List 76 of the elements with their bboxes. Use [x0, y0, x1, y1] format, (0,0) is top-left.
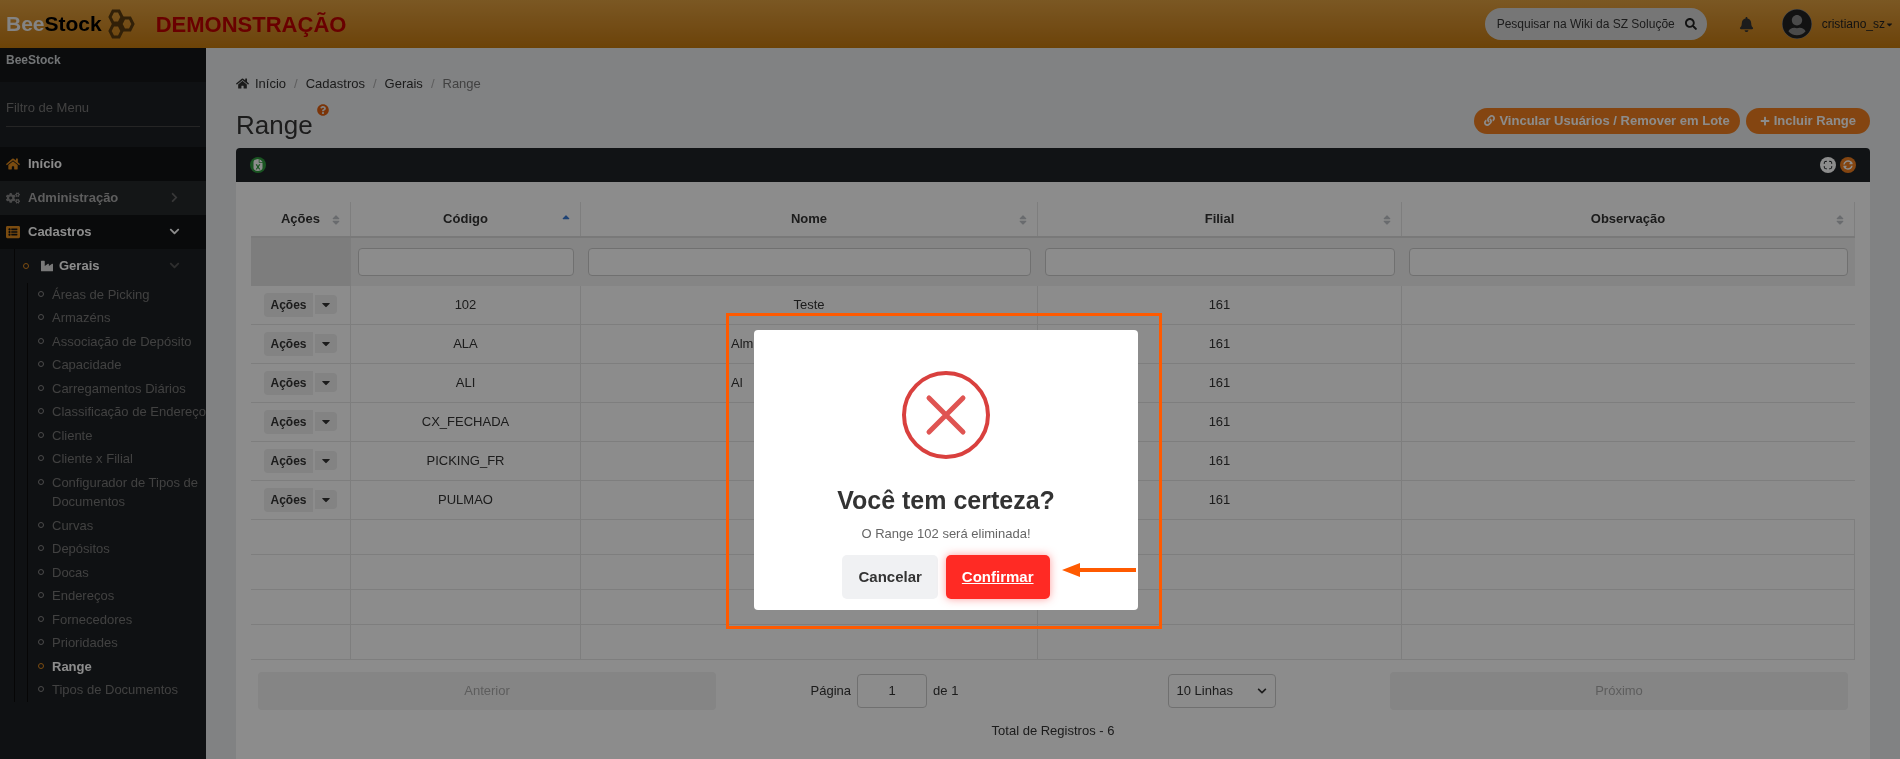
excel-export-icon[interactable] [250, 156, 266, 173]
add-range-button[interactable]: Incluir Range [1745, 107, 1870, 134]
column-filter-field[interactable] [358, 247, 574, 276]
table-cell-text: 161 [1208, 412, 1231, 431]
list-icon [6, 224, 20, 239]
table-cell-text: 102 [454, 295, 477, 314]
home-icon [236, 77, 249, 91]
app-name: BeeStock [6, 53, 61, 67]
column-header[interactable]: Observação [1402, 201, 1855, 236]
chevron-right-icon [169, 192, 180, 203]
search-icon[interactable] [1684, 18, 1697, 30]
table-cell-text: PULMAO [438, 490, 493, 509]
column-filter-field[interactable] [588, 247, 1031, 276]
avatar-icon[interactable] [1781, 9, 1812, 39]
breadcrumb-link[interactable]: Cadastros [305, 74, 365, 94]
sort-icon[interactable] [330, 213, 342, 226]
search-field[interactable]: Pesquisar na Wiki da SZ Soluçõe [1484, 8, 1707, 40]
menu-group[interactable]: Gerais [15, 248, 206, 283]
table-cell-text: 161 [1208, 490, 1231, 509]
help-icon[interactable] [316, 103, 329, 116]
dialog-title: Você tem certeza? [837, 485, 1055, 516]
page-size-select[interactable]: 10 Linhas [1167, 673, 1276, 708]
column-header[interactable]: Ações [251, 201, 351, 236]
table-cell-text: 161 [1208, 451, 1231, 470]
breadcrumb-link[interactable]: Início [255, 74, 287, 94]
link-users-button[interactable]: Vincular Usuários / Remover em Lote [1474, 107, 1740, 134]
chevron-down-icon [169, 260, 180, 271]
column-filter-field[interactable] [1409, 247, 1848, 276]
page-label: Página [810, 681, 852, 700]
cancel-button[interactable]: Cancelar [842, 555, 938, 599]
table-cell-text: 161 [1208, 334, 1231, 353]
plus-icon [1759, 115, 1770, 126]
logo[interactable]: BeeStock [6, 8, 138, 40]
column-filter-field[interactable] [1045, 247, 1395, 276]
breadcrumb-link[interactable]: Range [442, 74, 481, 94]
sort-icon[interactable] [1017, 213, 1029, 226]
home-icon [6, 156, 20, 171]
sort-icon[interactable] [1834, 213, 1846, 226]
breadcrumb-separator: / [372, 75, 377, 93]
link-icon [1484, 115, 1496, 126]
table-cell-text: 161 [1208, 373, 1231, 392]
gears-icon [6, 190, 20, 205]
page-title: Range [236, 111, 313, 138]
refresh-icon[interactable] [1840, 156, 1856, 173]
menu-item[interactable]: Range [52, 654, 92, 678]
table-cell-text: ALI [455, 373, 476, 392]
confirm-button[interactable]: Confirmar [945, 555, 1050, 599]
factory-icon [41, 259, 53, 272]
dialog-message: O Range 102 será eliminada! [861, 524, 1031, 543]
notification-bell-icon[interactable] [1738, 16, 1754, 32]
column-header[interactable]: Filial [1038, 201, 1402, 236]
breadcrumb-separator: / [430, 75, 435, 93]
menu-item[interactable]: Início [0, 146, 206, 181]
table-cell-text: Al [731, 373, 743, 392]
table-cell-text: CX_FECHADA [421, 412, 510, 431]
table-cell-text: Teste [793, 295, 825, 314]
table-cell-text: ALA [453, 334, 478, 353]
user-menu[interactable]: cristiano_sz [1821, 15, 1894, 33]
menu-item[interactable]: Cadastros [0, 214, 206, 249]
breadcrumb-separator: / [294, 75, 298, 93]
table-cell-text: Alm [731, 334, 754, 353]
expand-icon[interactable] [1820, 156, 1836, 173]
chevron-down-icon [169, 226, 180, 237]
sort-icon[interactable] [1381, 213, 1393, 226]
table-cell-text: PICKING_FR [426, 451, 505, 470]
breadcrumb-link[interactable]: Gerais [384, 74, 423, 94]
error-icon [901, 370, 991, 460]
column-header[interactable]: Nome [581, 201, 1038, 236]
demo-label: DEMONSTRAÇÃO [155, 10, 347, 39]
total-records: Total de Registros - 6 [991, 722, 1115, 738]
page-count: de 1 [933, 681, 959, 700]
menu-item[interactable]: Administração [0, 180, 206, 215]
page-field[interactable]: 1 [857, 673, 928, 708]
table-cell-text: 161 [1208, 295, 1231, 314]
column-header[interactable]: Código [351, 201, 581, 236]
chevron-down-icon [1256, 685, 1267, 696]
